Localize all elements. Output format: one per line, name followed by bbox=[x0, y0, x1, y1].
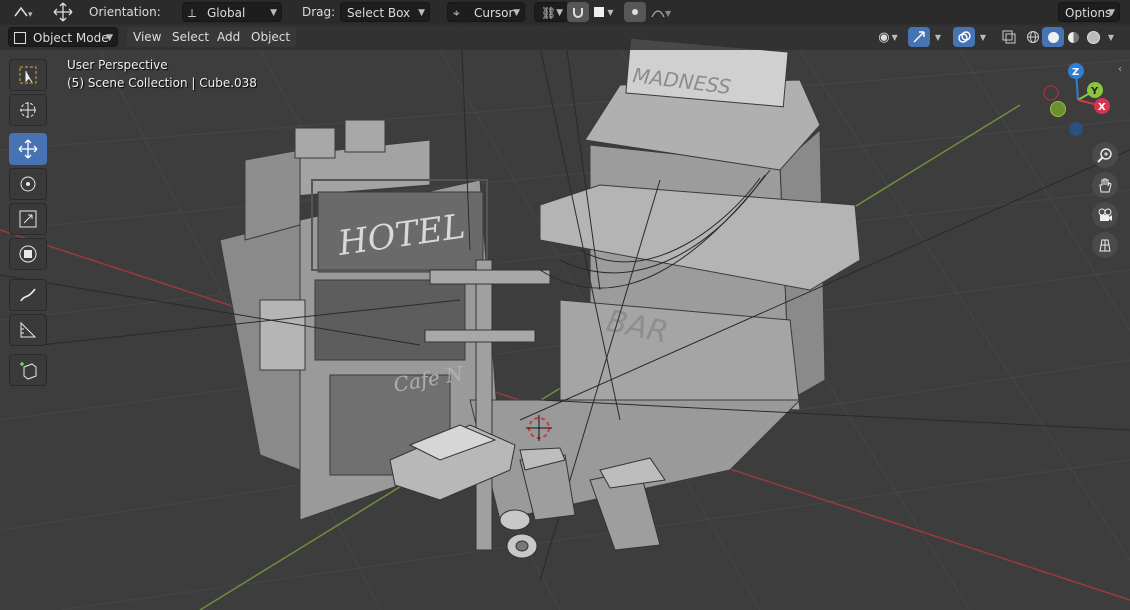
grid-icon bbox=[1099, 239, 1111, 252]
drag-dropdown[interactable]: Select Box ▼ bbox=[340, 2, 430, 22]
gizmo-dropdown[interactable]: ▼ bbox=[930, 27, 946, 47]
chevron-down-icon: ▼ bbox=[979, 32, 987, 42]
menu-select[interactable]: Select bbox=[166, 27, 216, 47]
menu-object[interactable]: Object bbox=[245, 27, 297, 47]
pivot-value: Cursor bbox=[474, 6, 514, 20]
shading-dropdown[interactable]: ▼ bbox=[1103, 27, 1119, 47]
neg-x-handle[interactable] bbox=[1043, 85, 1059, 101]
zoom-icon bbox=[1097, 148, 1112, 163]
neg-y-handle[interactable] bbox=[1050, 101, 1066, 117]
add-cube-icon bbox=[20, 362, 37, 380]
chevron-down-icon: ▼ bbox=[513, 8, 520, 18]
sidebar-toggle-icon[interactable]: ‹ bbox=[1118, 64, 1130, 80]
chevron-down-icon: ▼ bbox=[106, 33, 113, 43]
eye-icon: ◉ bbox=[878, 29, 890, 45]
zoom-button[interactable] bbox=[1092, 142, 1118, 168]
measure-tool[interactable] bbox=[9, 314, 47, 346]
hand-icon bbox=[1099, 178, 1112, 193]
object-mode-icon bbox=[14, 32, 26, 44]
chevron-down-icon: ▼ bbox=[934, 32, 942, 42]
material-sphere-icon bbox=[1067, 31, 1079, 43]
orientation-dropdown[interactable]: ⟂ Global ▼ bbox=[182, 2, 282, 22]
add-cube-tool[interactable] bbox=[9, 354, 47, 386]
overlays-dropdown[interactable]: ▼ bbox=[975, 27, 991, 47]
orientation-label: Orientation: bbox=[89, 5, 161, 19]
link-icon: ⛓ bbox=[541, 6, 557, 20]
tool-settings-header: ▾ Orientation: ⟂ Global ▼ Drag: Select B… bbox=[0, 0, 1130, 25]
solid-shading-icon[interactable] bbox=[1042, 27, 1064, 47]
svg-text:▼: ▼ bbox=[665, 9, 672, 18]
camera-view-button[interactable] bbox=[1092, 202, 1118, 228]
annotate-icon bbox=[20, 288, 36, 302]
rotate-icon bbox=[20, 176, 36, 192]
chevron-down-icon: ▼ bbox=[1108, 8, 1115, 18]
viewport-header: Object Mode ▼ View Select Add Object ◉ ▼… bbox=[0, 24, 1130, 50]
dot-icon bbox=[632, 9, 638, 15]
cursor-icon bbox=[20, 102, 36, 118]
tires[interactable] bbox=[499, 509, 538, 559]
3d-viewport[interactable]: HOTEL Cafe N MADNESS BAR ▾ Orientation: … bbox=[0, 0, 1130, 610]
chevron-down-icon: ▼ bbox=[607, 7, 614, 17]
drag-value: Select Box bbox=[347, 6, 411, 20]
scale-icon bbox=[19, 210, 37, 228]
material-shading-icon[interactable] bbox=[1062, 27, 1084, 47]
drag-label: Drag: bbox=[302, 5, 336, 19]
ortho-toggle-button[interactable] bbox=[1092, 232, 1118, 258]
select-box-tool[interactable] bbox=[9, 59, 47, 91]
snap-target-dropdown[interactable]: ▼ bbox=[589, 2, 619, 22]
menu-view[interactable]: View bbox=[127, 27, 168, 47]
select-box-icon bbox=[19, 66, 37, 84]
mode-dropdown[interactable]: Object Mode ▼ bbox=[8, 27, 118, 47]
solid-sphere-icon bbox=[1047, 31, 1059, 43]
measure-icon bbox=[20, 321, 37, 338]
navigation-gizmo[interactable]: Z Y X bbox=[1038, 60, 1118, 140]
gizmo-toggle-icon[interactable] bbox=[908, 27, 930, 47]
cursor-tool[interactable] bbox=[9, 94, 47, 126]
svg-text:▾: ▾ bbox=[28, 10, 33, 20]
collection-info-text: (5) Scene Collection | Cube.038 bbox=[67, 76, 257, 90]
rendered-sphere-icon bbox=[1086, 30, 1100, 44]
scale-tool[interactable] bbox=[9, 203, 47, 235]
snap-icon[interactable] bbox=[567, 2, 589, 22]
visibility-dropdown[interactable]: ◉ ▼ bbox=[872, 27, 904, 47]
chevron-down-icon: ▼ bbox=[891, 32, 898, 42]
view-perspective-text: User Perspective bbox=[67, 58, 168, 72]
chevron-down-icon: ▼ bbox=[418, 8, 425, 18]
move-icon bbox=[18, 139, 38, 159]
camera-icon bbox=[1098, 208, 1112, 221]
cursor-pivot-icon: ⌖ bbox=[453, 6, 460, 20]
orientation-value: Global bbox=[207, 6, 246, 20]
move-gizmo-icon[interactable] bbox=[50, 0, 76, 24]
wireframe-shading-icon[interactable] bbox=[1022, 27, 1044, 47]
orientation-icon: ⟂ bbox=[188, 6, 197, 20]
x-axis-label: X bbox=[1098, 102, 1106, 113]
y-axis-label: Y bbox=[1090, 86, 1099, 97]
menu-add[interactable]: Add bbox=[211, 27, 247, 47]
mode-value: Object Mode bbox=[33, 31, 109, 45]
transform-tool[interactable] bbox=[9, 238, 47, 270]
z-axis-label: Z bbox=[1072, 67, 1079, 78]
pan-button[interactable] bbox=[1092, 172, 1118, 198]
pivot-dropdown[interactable]: ⌖ Cursor ▼ bbox=[447, 2, 525, 22]
proportional-edit-icon[interactable] bbox=[624, 2, 646, 22]
annotate-tool[interactable] bbox=[9, 279, 47, 311]
transform-icon bbox=[19, 245, 37, 263]
snap-element-dropdown[interactable]: ⛓ ▼ bbox=[534, 2, 568, 22]
falloff-dropdown[interactable]: ▼ bbox=[646, 2, 676, 22]
xray-toggle-icon[interactable] bbox=[998, 27, 1020, 47]
neg-z-handle[interactable] bbox=[1069, 122, 1083, 136]
square-icon bbox=[594, 7, 605, 17]
scene-canvas[interactable]: HOTEL Cafe N MADNESS BAR bbox=[0, 0, 1130, 610]
options-dropdown[interactable]: Options ▼ bbox=[1058, 2, 1120, 22]
chevron-down-icon: ▼ bbox=[1107, 32, 1115, 42]
move-tool[interactable] bbox=[9, 133, 47, 165]
transform-pivot-icon[interactable]: ▾ bbox=[6, 2, 40, 22]
rendered-shading-icon[interactable] bbox=[1082, 27, 1104, 47]
chevron-down-icon: ▼ bbox=[556, 8, 563, 18]
rotate-tool[interactable] bbox=[9, 168, 47, 200]
options-label: Options bbox=[1065, 6, 1112, 20]
overlays-toggle-icon[interactable] bbox=[953, 27, 975, 47]
chevron-down-icon: ▼ bbox=[270, 8, 277, 18]
